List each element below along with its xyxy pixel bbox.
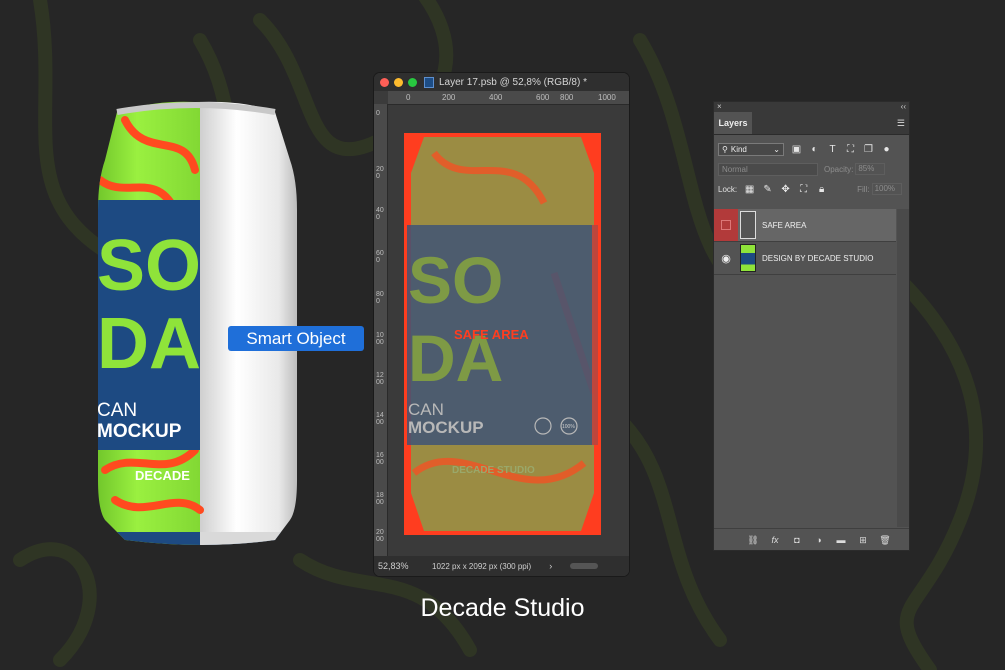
fill-label: Fill: bbox=[857, 184, 870, 194]
ruler-tick: 0 bbox=[406, 93, 411, 102]
ruler-tick: 1400 bbox=[376, 412, 384, 426]
layer-row-design[interactable]: ◉ DESIGN BY DECADE STUDIO bbox=[714, 242, 896, 275]
layers-panel[interactable]: × ‹‹ Layers ☰ ⚲ Kind ⌄ ▣ ◐ T ⛶ ❐ ● Norma… bbox=[713, 101, 910, 551]
studio-caption: Decade Studio bbox=[420, 594, 585, 622]
type-layer-filter-icon[interactable]: T bbox=[827, 144, 838, 155]
lock-position-icon[interactable]: ✥ bbox=[780, 184, 791, 195]
blend-mode-select[interactable]: Normal bbox=[718, 162, 818, 176]
lock-image-icon[interactable]: ✎ bbox=[762, 184, 773, 195]
new-group-folder-icon[interactable]: ▬ bbox=[835, 534, 847, 546]
layer-style-fx-icon[interactable]: fx bbox=[769, 534, 781, 546]
status-bar: 52,83% 1022 px x 2092 px (300 ppi) › bbox=[374, 556, 629, 576]
svg-text:CAN: CAN bbox=[408, 400, 444, 419]
ruler-tick: 1600 bbox=[376, 452, 384, 466]
new-layer-icon[interactable]: ⊞ bbox=[857, 534, 869, 546]
svg-text:DA: DA bbox=[97, 304, 201, 384]
link-layers-icon[interactable]: ⛓ bbox=[747, 534, 759, 546]
panel-footer: ⛓ fx ◘ ◑ ▬ ⊞ 🗑︎ bbox=[714, 528, 909, 550]
vertical-ruler: 0 200 400 600 800 1000 1200 1400 1600 18… bbox=[374, 104, 388, 556]
document-title: Layer 17.psb @ 52,8% (RGB/8) * bbox=[439, 76, 587, 88]
lock-transparent-icon[interactable]: ▦ bbox=[744, 184, 755, 195]
artboard[interactable]: SO DA CAN MOCKUP DECADE STUDIO SAFE AREA… bbox=[404, 133, 601, 535]
ruler-tick: 1200 bbox=[376, 372, 384, 386]
smart-object-label: Smart Object bbox=[228, 326, 364, 351]
ruler-tick: 0 bbox=[376, 110, 380, 117]
lock-row: Lock: ▦ ✎ ✥ ⛶ 🔒︎ Fill: 100% bbox=[714, 179, 909, 199]
badge-text: 100% bbox=[562, 424, 575, 430]
layer-thumbnail bbox=[740, 211, 756, 239]
layer-name[interactable]: DESIGN BY DECADE STUDIO bbox=[762, 254, 873, 263]
document-titlebar[interactable]: Layer 17.psb @ 52,8% (RGB/8) * bbox=[374, 73, 629, 91]
svg-text:MOCKUP: MOCKUP bbox=[97, 421, 182, 442]
visibility-toggle-on[interactable]: ◉ bbox=[714, 242, 738, 274]
filter-row: ⚲ Kind ⌄ ▣ ◐ T ⛶ ❐ ● bbox=[714, 139, 909, 159]
ruler-tick: 1000 bbox=[598, 93, 616, 102]
collapse-panel-icon[interactable]: ‹‹ bbox=[901, 102, 906, 111]
svg-text:CAN: CAN bbox=[97, 400, 137, 421]
adjustment-layer-icon[interactable]: ◑ bbox=[813, 534, 825, 546]
ruler-tick: 400 bbox=[376, 207, 384, 221]
ruler-tick: 1800 bbox=[376, 492, 384, 506]
horizontal-ruler: 0 200 400 600 800 1000 bbox=[388, 91, 629, 105]
svg-text:DECADE STUDIO: DECADE STUDIO bbox=[452, 465, 535, 476]
zoom-level[interactable]: 52,83% bbox=[374, 561, 418, 571]
opacity-label: Opacity: bbox=[824, 164, 854, 174]
svg-text:SO: SO bbox=[97, 226, 201, 306]
ruler-tick: 2000 bbox=[376, 529, 384, 543]
ruler-tick: 400 bbox=[489, 93, 503, 102]
filter-kind-select[interactable]: ⚲ Kind ⌄ bbox=[718, 142, 784, 156]
lock-artboard-icon[interactable]: ⛶ bbox=[798, 184, 809, 195]
ruler-tick: 800 bbox=[376, 291, 384, 305]
ruler-tick: 600 bbox=[536, 93, 550, 102]
ruler-tick: 1000 bbox=[376, 332, 384, 346]
pixel-layer-filter-icon[interactable]: ▣ bbox=[791, 144, 802, 155]
eye-icon: ◉ bbox=[721, 252, 731, 265]
soda-can-mockup: SO DA CAN MOCKUP DECADE bbox=[95, 100, 305, 550]
ruler-tick: 200 bbox=[442, 93, 456, 102]
horizontal-scrollbar[interactable] bbox=[570, 563, 599, 569]
layer-thumbnail bbox=[740, 244, 756, 272]
filter-toggle-icon[interactable]: ● bbox=[881, 144, 892, 155]
fill-input[interactable]: 100% bbox=[871, 183, 902, 195]
ruler-tick: 200 bbox=[376, 166, 384, 180]
psb-file-icon bbox=[424, 76, 434, 88]
chevron-down-icon: ⌄ bbox=[773, 144, 780, 154]
layer-name[interactable]: SAFE AREA bbox=[762, 221, 806, 230]
ruler-tick: 800 bbox=[560, 93, 574, 102]
filter-kind-value: Kind bbox=[730, 144, 747, 154]
search-icon: ⚲ bbox=[722, 144, 728, 154]
document-canvas[interactable]: SO DA CAN MOCKUP DECADE STUDIO SAFE AREA… bbox=[388, 105, 629, 556]
visibility-toggle-off[interactable] bbox=[714, 209, 738, 241]
trash-icon[interactable]: 🗑︎ bbox=[879, 534, 891, 546]
tab-layers[interactable]: Layers bbox=[714, 112, 752, 134]
close-panel-icon[interactable]: × bbox=[717, 102, 722, 111]
ruler-tick: 600 bbox=[376, 250, 384, 264]
safe-area-label: SAFE AREA bbox=[454, 327, 529, 342]
hidden-eye-icon bbox=[721, 220, 731, 230]
layer-row-safe-area[interactable]: SAFE AREA bbox=[714, 209, 896, 242]
blend-row: Normal Opacity: 85% bbox=[714, 159, 909, 179]
smart-object-filter-icon[interactable]: ❐ bbox=[863, 144, 874, 155]
can-illustration: SO DA CAN MOCKUP DECADE bbox=[97, 101, 297, 545]
lock-label: Lock: bbox=[718, 184, 738, 194]
opacity-input[interactable]: 85% bbox=[855, 163, 886, 175]
panel-header: × ‹‹ bbox=[714, 102, 909, 112]
document-info: 1022 px x 2092 px (300 ppi) bbox=[432, 561, 532, 571]
close-window-button[interactable] bbox=[380, 77, 389, 87]
photoshop-document-window[interactable]: Layer 17.psb @ 52,8% (RGB/8) * 0 200 400… bbox=[374, 73, 629, 576]
minimize-window-button[interactable] bbox=[394, 77, 403, 87]
zoom-window-button[interactable] bbox=[408, 77, 417, 87]
layers-scrollbar[interactable] bbox=[897, 209, 909, 527]
add-mask-icon[interactable]: ◘ bbox=[791, 534, 803, 546]
shape-layer-filter-icon[interactable]: ⛶ bbox=[845, 144, 856, 155]
panel-tabs: Layers ☰ bbox=[714, 112, 909, 135]
svg-text:MOCKUP: MOCKUP bbox=[408, 418, 484, 437]
svg-text:SO: SO bbox=[408, 243, 503, 317]
adjustment-layer-filter-icon[interactable]: ◐ bbox=[809, 144, 820, 155]
svg-text:DECADE: DECADE bbox=[135, 468, 190, 483]
chevron-right-icon[interactable]: › bbox=[549, 561, 552, 571]
lock-all-icon[interactable]: 🔒︎ bbox=[816, 184, 827, 195]
panel-menu-icon[interactable]: ☰ bbox=[897, 118, 905, 129]
